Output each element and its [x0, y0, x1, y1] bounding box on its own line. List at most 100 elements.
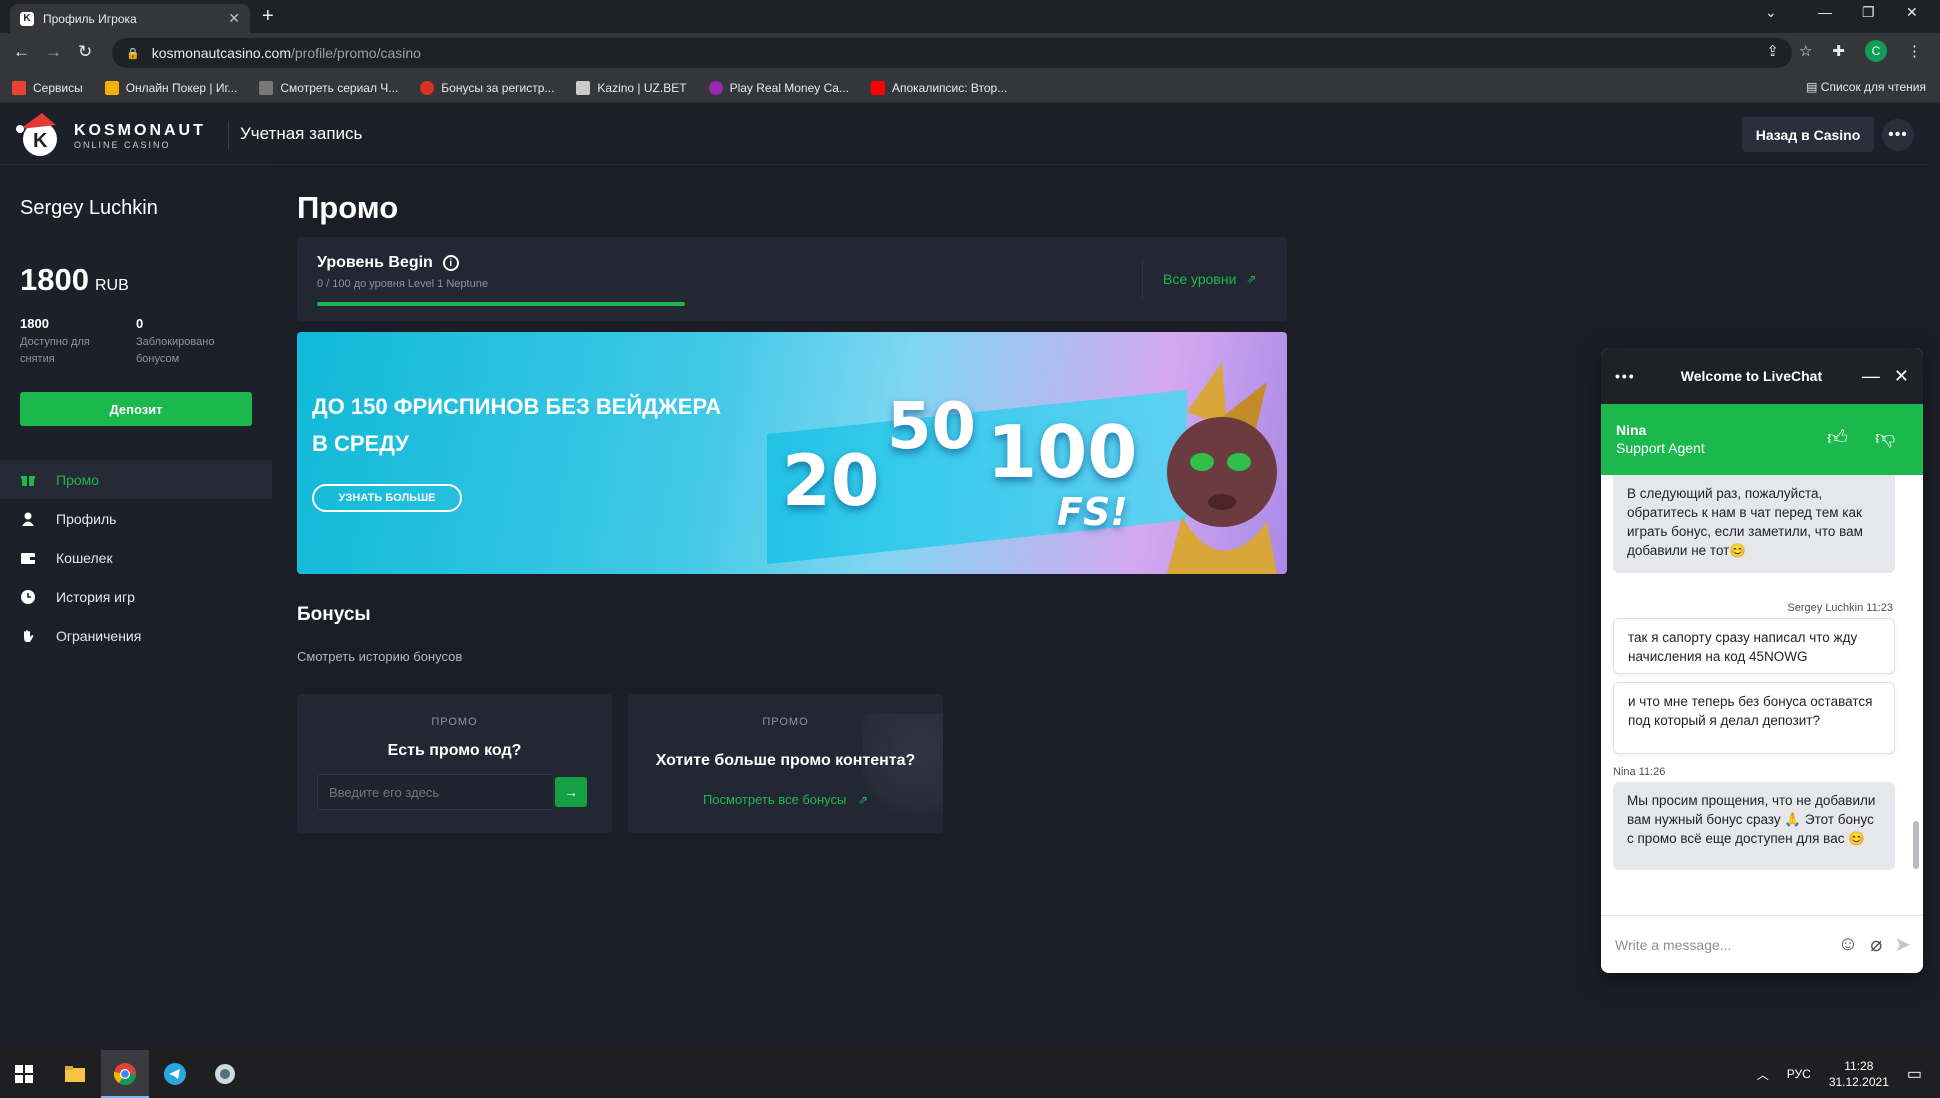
bookmark-item[interactable]: Смотреть сериал Ч... — [259, 80, 398, 95]
bookmark-item[interactable]: Бонусы за регистр... — [420, 80, 554, 95]
attachment-icon[interactable]: ⌀ — [1870, 932, 1882, 957]
extensions-icon[interactable]: ✚ — [1832, 42, 1845, 60]
available-stat: 1800 Доступно для снятия — [20, 315, 120, 368]
chat-message: В следующий раз, пожалуйста, обратитесь … — [1613, 475, 1895, 573]
new-tab-icon[interactable]: + — [262, 5, 274, 28]
banner-headline-line2: В СРЕДУ — [312, 431, 409, 456]
agent-name: Nina — [1616, 422, 1647, 438]
forward-arrow-icon[interactable]: → — [45, 42, 62, 62]
reading-list[interactable]: ▤ Список для чтения — [1806, 80, 1926, 94]
tab-search-icon[interactable]: ⌄ — [1765, 4, 1777, 21]
bookmark-favicon-icon — [708, 80, 723, 95]
gift-icon — [20, 472, 36, 488]
livechat-widget: ••• Welcome to LiveChat — ✕ Nina Support… — [1601, 348, 1923, 973]
send-icon[interactable]: ➤ — [1894, 932, 1911, 957]
share-icon[interactable]: ⇪ — [1766, 42, 1779, 60]
chat-message-input[interactable]: Write a message... — [1615, 937, 1838, 953]
bookmark-item[interactable]: Kazino | UZ.BET — [576, 80, 687, 95]
banner-number-20: 20 — [782, 440, 880, 522]
bookmark-item[interactable]: Play Real Money Ca... — [708, 80, 849, 95]
info-icon[interactable]: i — [442, 255, 459, 271]
sidebar-item-wallet[interactable]: Кошелек — [0, 538, 272, 577]
minimize-icon[interactable]: — — [1818, 4, 1832, 20]
logo[interactable]: K KOSMONAUT ONLINE CASINO — [14, 111, 206, 161]
page-title: Промо — [297, 190, 399, 225]
bookmark-item[interactable]: Апокалипсис: Втор... — [870, 80, 1007, 95]
minimize-chat-icon[interactable]: — — [1862, 366, 1880, 387]
emoji-icon[interactable]: ☺ — [1838, 933, 1858, 956]
hand-icon — [20, 628, 36, 644]
more-options-button[interactable]: ••• — [1882, 119, 1914, 151]
back-arrow-icon[interactable]: ← — [13, 42, 30, 62]
sidebar-item-profile[interactable]: Профиль — [0, 499, 272, 538]
clock[interactable]: 11:28 31.12.2021 — [1829, 1058, 1889, 1090]
thumbs-up-icon[interactable]: 👍︎ — [1827, 426, 1848, 450]
file-explorer-icon[interactable] — [61, 1060, 89, 1088]
cat-character-image — [1127, 352, 1287, 574]
bookmark-label: Сервисы — [33, 80, 83, 95]
promo-content-card: ПРОМО Хотите больше промо контента? Посм… — [628, 694, 943, 833]
all-levels-link[interactable]: Все уровни ⇗ — [1163, 271, 1256, 287]
chat-menu-icon[interactable]: ••• — [1615, 368, 1655, 384]
thumbs-down-icon[interactable]: 👎︎ — [1875, 426, 1895, 450]
close-chat-icon[interactable]: ✕ — [1894, 366, 1909, 387]
windows-start-icon[interactable] — [10, 1060, 38, 1088]
toolbar-right: ⇪ ☆ ✚ C ⋮ — [1766, 40, 1922, 62]
deposit-button[interactable]: Депозит — [20, 392, 252, 426]
available-label: Доступно для снятия — [20, 336, 90, 365]
level-progress-text: 0 / 100 до уровня Level 1 Neptune — [317, 278, 488, 290]
language-indicator[interactable]: РУС — [1787, 1067, 1811, 1081]
promo-submit-button[interactable]: → — [555, 777, 587, 807]
sidebar-item-history[interactable]: История игр — [0, 577, 272, 616]
level-name: Уровень Begin i — [317, 254, 459, 272]
chat-header: ••• Welcome to LiveChat — ✕ — [1601, 348, 1923, 404]
blocked-stat: 0 Заблокировано бонусом — [136, 315, 236, 368]
sidebar-item-label: Ограничения — [56, 627, 142, 644]
app-icon[interactable] — [211, 1060, 239, 1088]
browser-toolbar: ← → ↻ 🔒 kosmonautcasino.com/profile/prom… — [0, 33, 1940, 73]
agent-role: Support Agent — [1616, 440, 1705, 456]
chat-message: и что мне теперь без бонуса оставатся по… — [1613, 682, 1895, 754]
chat-scrollbar[interactable] — [1913, 821, 1919, 869]
user-icon — [20, 511, 36, 527]
promo-code-card: ПРОМО Есть промо код? → — [297, 694, 612, 833]
browser-tab[interactable]: K Профиль Игрока ✕ — [10, 4, 250, 33]
system-tray: ︿ РУС 11:28 31.12.2021 ▭ — [1757, 1050, 1922, 1098]
back-to-casino-button[interactable]: Назад в Casino — [1742, 117, 1874, 152]
bonus-history-link[interactable]: Смотреть историю бонусов — [297, 649, 462, 664]
menu-icon[interactable]: ⋮ — [1907, 42, 1922, 60]
reload-icon[interactable]: ↻ — [78, 42, 92, 62]
clock-icon — [20, 589, 36, 605]
address-bar[interactable]: 🔒 kosmonautcasino.com/profile/promo/casi… — [112, 38, 1792, 68]
bookmark-label: Play Real Money Ca... — [729, 80, 849, 95]
learn-more-button[interactable]: УЗНАТЬ БОЛЬШЕ — [312, 484, 462, 512]
bonuses-title: Бонусы — [297, 604, 371, 625]
telegram-icon[interactable] — [161, 1060, 189, 1088]
close-window-icon[interactable]: ✕ — [1906, 4, 1918, 21]
clock-time: 11:28 — [1844, 1059, 1874, 1073]
close-tab-icon[interactable]: ✕ — [228, 10, 240, 27]
astronaut-silhouette-image — [863, 714, 943, 833]
all-bonuses-link[interactable]: Посмотреть все бонусы ⇗ — [628, 792, 943, 807]
star-icon[interactable]: ☆ — [1799, 42, 1812, 60]
reading-list-label: Список для чтения — [1820, 80, 1926, 94]
tray-expand-icon[interactable]: ︿ — [1757, 1066, 1769, 1083]
promo-code-input[interactable] — [317, 774, 554, 810]
profile-avatar[interactable]: C — [1865, 40, 1887, 62]
bookmark-item[interactable]: Сервисы — [12, 80, 83, 95]
svg-text:K: K — [33, 130, 48, 152]
restore-icon[interactable]: ❐ — [1862, 4, 1875, 21]
promo-banner[interactable]: ДО 150 ФРИСПИНОВ БЕЗ ВЕЙДЖЕРА В СРЕДУ УЗ… — [297, 332, 1287, 574]
bookmarks-bar: Сервисы Онлайн Покер | Иг... Смотреть се… — [0, 73, 1940, 103]
sidebar-item-limits[interactable]: Ограничения — [0, 616, 272, 655]
level-progress-bar — [317, 302, 685, 306]
sidebar-item-promo[interactable]: Промо — [0, 460, 272, 499]
notifications-icon[interactable]: ▭ — [1907, 1064, 1922, 1084]
bookmark-favicon-icon — [420, 80, 435, 95]
lock-icon: 🔒 — [126, 47, 140, 60]
chat-input-bar: Write a message... ☺ ⌀ ➤ — [1601, 915, 1923, 973]
level-name-text: Уровень Begin — [317, 254, 433, 271]
bookmark-item[interactable]: Онлайн Покер | Иг... — [104, 80, 237, 95]
chrome-icon[interactable] — [111, 1060, 139, 1088]
balance-currency: RUB — [94, 277, 129, 294]
